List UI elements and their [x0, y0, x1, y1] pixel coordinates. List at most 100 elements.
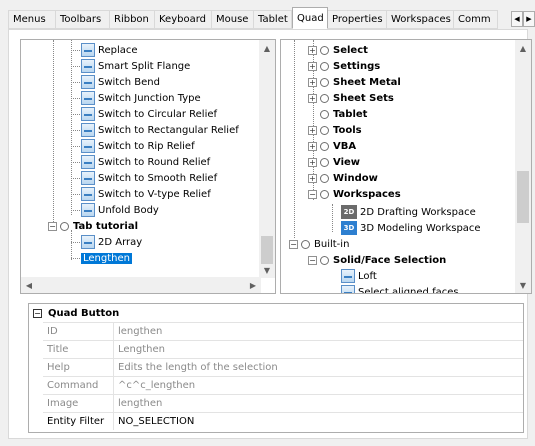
circle-node-icon: [320, 189, 329, 199]
tree-connector: [71, 50, 80, 51]
workspace-item[interactable]: 3D 3D Modeling Workspace: [341, 220, 481, 236]
circle-node-icon: [320, 157, 329, 167]
scroll-thumb[interactable]: [261, 236, 273, 264]
tree-item-label: Switch to Smooth Relief: [98, 172, 218, 184]
properties-header[interactable]: − Quad Button: [29, 304, 523, 322]
tree-item[interactable]: Switch to Smooth Relief: [81, 170, 217, 186]
tree-item[interactable]: Smart Split Flange: [81, 58, 190, 74]
scroll-thumb[interactable]: [517, 171, 529, 223]
scroll-left-arrow-icon[interactable]: ◀: [21, 277, 37, 293]
scroll-up-arrow-icon[interactable]: ▲: [259, 40, 275, 56]
left-tree-vertical-scrollbar[interactable]: ▲ ▼: [259, 40, 275, 278]
tab-ribbon[interactable]: Ribbon: [110, 10, 155, 29]
tree-group-tab-tutorial[interactable]: − Tab tutorial: [48, 218, 138, 234]
quad-menus-tree[interactable]: + Select + Settings + Sheet Metal + Sheet Sets T…: [280, 39, 532, 294]
expand-plus-icon[interactable]: +: [308, 173, 317, 183]
quad-button-properties: − Quad Button ID lengthen Title Lengthen Hel…: [28, 303, 524, 433]
right-tree-vertical-scrollbar[interactable]: ▲ ▼: [515, 40, 531, 293]
tree-item[interactable]: Loft: [341, 268, 377, 284]
tab-workspaces[interactable]: Workspaces: [387, 10, 454, 29]
tree-group-solid-face[interactable]: − Solid/Face Selection: [308, 252, 446, 268]
tree-item[interactable]: Switch to Circular Relief: [81, 106, 217, 122]
tree-item[interactable]: Select aligned faces: [341, 284, 459, 293]
tab-mouse[interactable]: Mouse: [212, 10, 254, 29]
tree-item-tools[interactable]: + Tools: [308, 122, 362, 138]
tree-item-vba[interactable]: + VBA: [308, 138, 356, 154]
scroll-down-arrow-icon[interactable]: ▼: [515, 277, 531, 293]
tree-connector: [71, 130, 80, 131]
tree-item-sheet-sets[interactable]: + Sheet Sets: [308, 90, 394, 106]
property-value[interactable]: Lengthen: [114, 341, 523, 358]
property-value[interactable]: lengthen: [114, 323, 523, 340]
relief-icon: [81, 123, 95, 137]
tab-keyboard[interactable]: Keyboard: [155, 10, 212, 29]
tree-item[interactable]: Switch to V-type Relief: [81, 186, 211, 202]
scroll-up-arrow-icon[interactable]: ▲: [515, 40, 531, 56]
tree-item-settings[interactable]: + Settings: [308, 58, 380, 74]
property-value[interactable]: NO_SELECTION: [114, 413, 523, 430]
tree-item-view[interactable]: + View: [308, 154, 360, 170]
property-value[interactable]: ^c^c_lengthen: [114, 377, 523, 394]
tree-item[interactable]: Switch to Round Relief: [81, 154, 210, 170]
circle-node-icon: [320, 61, 329, 71]
tab-scroll-right-button[interactable]: ▶: [523, 11, 535, 27]
tab-comm[interactable]: Comm: [454, 10, 498, 29]
expand-plus-icon[interactable]: +: [308, 141, 317, 151]
expand-plus-icon[interactable]: +: [308, 93, 317, 103]
property-row[interactable]: Help Edits the length of the selection: [43, 358, 523, 376]
tab-toolbars[interactable]: Toolbars: [56, 10, 110, 29]
collapse-minus-icon[interactable]: −: [308, 189, 317, 199]
tree-item-select[interactable]: + Select: [308, 42, 368, 58]
tree-item[interactable]: Switch Junction Type: [81, 90, 201, 106]
property-key: Title: [43, 341, 114, 358]
expand-plus-icon[interactable]: +: [308, 61, 317, 71]
property-row[interactable]: Entity Filter NO_SELECTION: [43, 412, 523, 430]
property-value[interactable]: lengthen: [114, 395, 523, 412]
tree-group-built-in[interactable]: − Built-in: [289, 236, 349, 252]
tab-menus[interactable]: Menus: [8, 10, 56, 29]
tree-connector: [71, 146, 80, 147]
left-tree-horizontal-scrollbar[interactable]: ◀ ▶: [21, 277, 261, 293]
scroll-down-arrow-icon[interactable]: ▼: [259, 262, 275, 278]
tree-item[interactable]: Lengthen: [81, 250, 132, 266]
property-value[interactable]: Edits the length of the selection: [114, 359, 523, 376]
tree-group-label: Solid/Face Selection: [333, 254, 447, 266]
tree-connector: [71, 40, 72, 215]
tree-item-workspaces[interactable]: − Workspaces: [308, 186, 401, 202]
collapse-minus-icon[interactable]: −: [48, 221, 57, 231]
tree-item[interactable]: 2D Array: [81, 234, 142, 250]
collapse-minus-icon[interactable]: −: [33, 308, 42, 318]
tree-connector: [71, 98, 80, 99]
tab-tablet[interactable]: Tablet: [254, 10, 292, 29]
tree-item[interactable]: Replace: [81, 42, 138, 58]
tree-item[interactable]: Switch Bend: [81, 74, 160, 90]
property-key: Command: [43, 377, 114, 394]
expand-plus-icon[interactable]: +: [308, 125, 317, 135]
collapse-minus-icon[interactable]: −: [289, 239, 298, 249]
expand-plus-icon[interactable]: +: [308, 77, 317, 87]
tree-item-window[interactable]: + Window: [308, 170, 378, 186]
property-key: Image: [43, 395, 114, 412]
tree-item-tablet[interactable]: Tablet: [308, 106, 367, 122]
circle-node-icon: [320, 125, 329, 135]
tab-scroll-left-button[interactable]: ◀: [511, 11, 523, 27]
tree-item-sheet-metal[interactable]: + Sheet Metal: [308, 74, 401, 90]
tree-item[interactable]: Switch to Rectangular Relief: [81, 122, 239, 138]
tree-item[interactable]: Unfold Body: [81, 202, 159, 218]
expand-plus-icon[interactable]: +: [308, 157, 317, 167]
tab-quad[interactable]: Quad: [292, 7, 328, 29]
quad-commands-tree[interactable]: Replace Smart Split Flange Switch Bend Swit…: [20, 39, 276, 294]
property-row[interactable]: Title Lengthen: [43, 340, 523, 358]
property-row[interactable]: ID lengthen: [43, 322, 523, 340]
tab-properties[interactable]: Properties: [328, 10, 387, 29]
properties-header-label: Quad Button: [48, 307, 120, 319]
property-row[interactable]: Image lengthen: [43, 394, 523, 412]
tree-item-label: Switch Junction Type: [98, 92, 201, 104]
scroll-right-arrow-icon[interactable]: ▶: [245, 277, 261, 293]
tree-connector: [71, 66, 80, 67]
property-row[interactable]: Command ^c^c_lengthen: [43, 376, 523, 394]
expand-plus-icon[interactable]: +: [308, 45, 317, 55]
workspace-item[interactable]: 2D 2D Drafting Workspace: [341, 204, 476, 220]
collapse-minus-icon[interactable]: −: [308, 255, 317, 265]
tree-item[interactable]: Switch to Rip Relief: [81, 138, 195, 154]
